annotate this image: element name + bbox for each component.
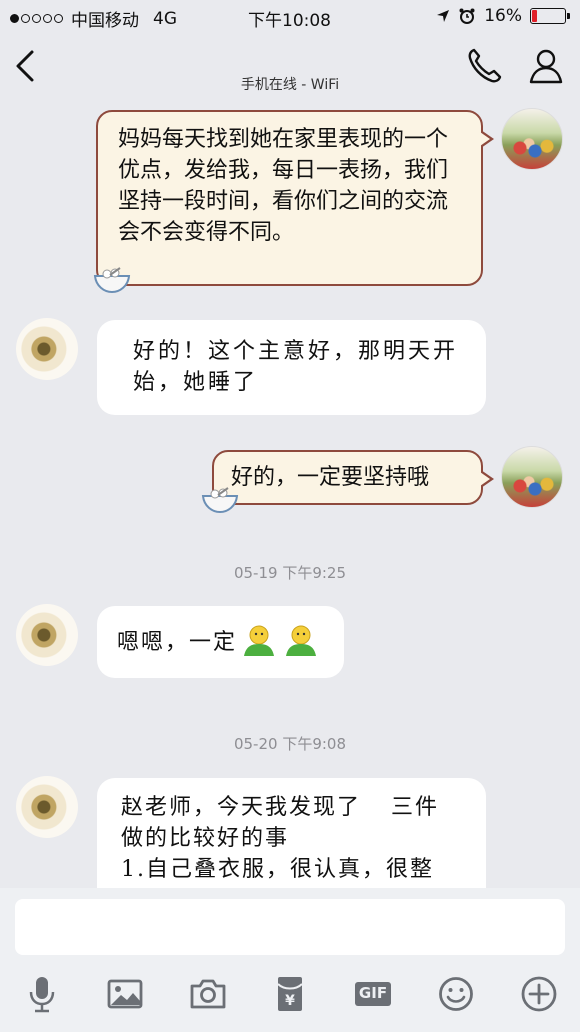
signal-strength-icon [10, 14, 63, 23]
microphone-icon [29, 977, 55, 1013]
message-text: 好的！这个主意好，那明天开始，她睡了 [133, 339, 459, 395]
self-avatar[interactable] [501, 108, 563, 170]
camera-button[interactable] [186, 972, 230, 1016]
emoji-icon [439, 977, 473, 1011]
location-arrow-icon [437, 10, 450, 22]
voice-button[interactable] [20, 972, 64, 1016]
message-text-line: 赵老师，今天我发现了 [121, 795, 362, 820]
plus-icon [521, 976, 557, 1012]
call-button[interactable] [464, 46, 504, 86]
camera-icon [190, 979, 226, 1009]
svg-text:¥: ¥ [285, 993, 295, 1009]
profile-icon [529, 49, 563, 84]
message-text-line: 三件 [391, 795, 440, 820]
gif-button[interactable]: GIF [351, 972, 395, 1016]
profile-button[interactable] [526, 46, 566, 86]
timestamp: 05-20 下午9:08 [233, 735, 347, 753]
timestamp: 05-19 下午9:25 [233, 564, 347, 582]
message-text: 好的，一定要坚持哦 [231, 465, 430, 490]
message-input[interactable] [15, 899, 565, 955]
bubble-decoration-bowl-icon [93, 267, 131, 294]
chat-header: 手机在线 - WiFi [0, 34, 580, 98]
self-avatar[interactable] [501, 446, 563, 508]
message-text: 嗯嗯，一定 [117, 630, 238, 655]
carrier-label: 中国移动 [71, 11, 139, 31]
message-bubble-received[interactable]: 嗯嗯，一定 [97, 606, 344, 678]
battery-percent: 16% [484, 6, 522, 26]
message-text-line: 做的比较好的事 [121, 826, 290, 851]
battery-icon [530, 8, 570, 24]
phone-icon [468, 48, 502, 83]
message-bubble-received[interactable]: 好的！这个主意好，那明天开始，她睡了 [97, 320, 486, 415]
person-emoji-icon [244, 625, 275, 656]
message-bubble-sent[interactable]: 好的，一定要坚持哦 [212, 450, 494, 505]
gif-label: GIF [358, 984, 388, 1002]
emoji-button[interactable] [434, 972, 478, 1016]
red-packet-button[interactable]: ¥ [268, 972, 312, 1016]
photo-button[interactable] [103, 972, 147, 1016]
composer: ¥ GIF [0, 888, 580, 1032]
message-bubble-received[interactable]: 赵老师，今天我发现了 三件 做的比较好的事 1.自己叠衣服，很认真，很整 [97, 778, 486, 898]
message-text-line: 1.自己叠衣服，很认真，很整 [121, 857, 434, 882]
bubble-decoration-bowl-icon [201, 487, 239, 514]
person-emoji-icon [286, 625, 317, 656]
contact-avatar[interactable] [16, 604, 78, 666]
status-bar: 中国移动 4G 下午10:08 16% [0, 0, 580, 34]
image-icon [107, 979, 143, 1009]
network-type: 4G [153, 8, 177, 29]
contact-avatar[interactable] [16, 318, 78, 380]
clock: 下午10:08 [248, 11, 331, 31]
red-packet-icon: ¥ [277, 977, 303, 1011]
alarm-icon [459, 8, 475, 24]
message-text: 妈妈每天找到她在家里表现的一个优点，发给我，每日一表扬，我们坚持一段时间，看你们… [118, 127, 449, 245]
message-bubble-sent[interactable]: 妈妈每天找到她在家里表现的一个优点，发给我，每日一表扬，我们坚持一段时间，看你们… [96, 110, 494, 286]
more-button[interactable] [517, 972, 561, 1016]
contact-avatar[interactable] [16, 776, 78, 838]
